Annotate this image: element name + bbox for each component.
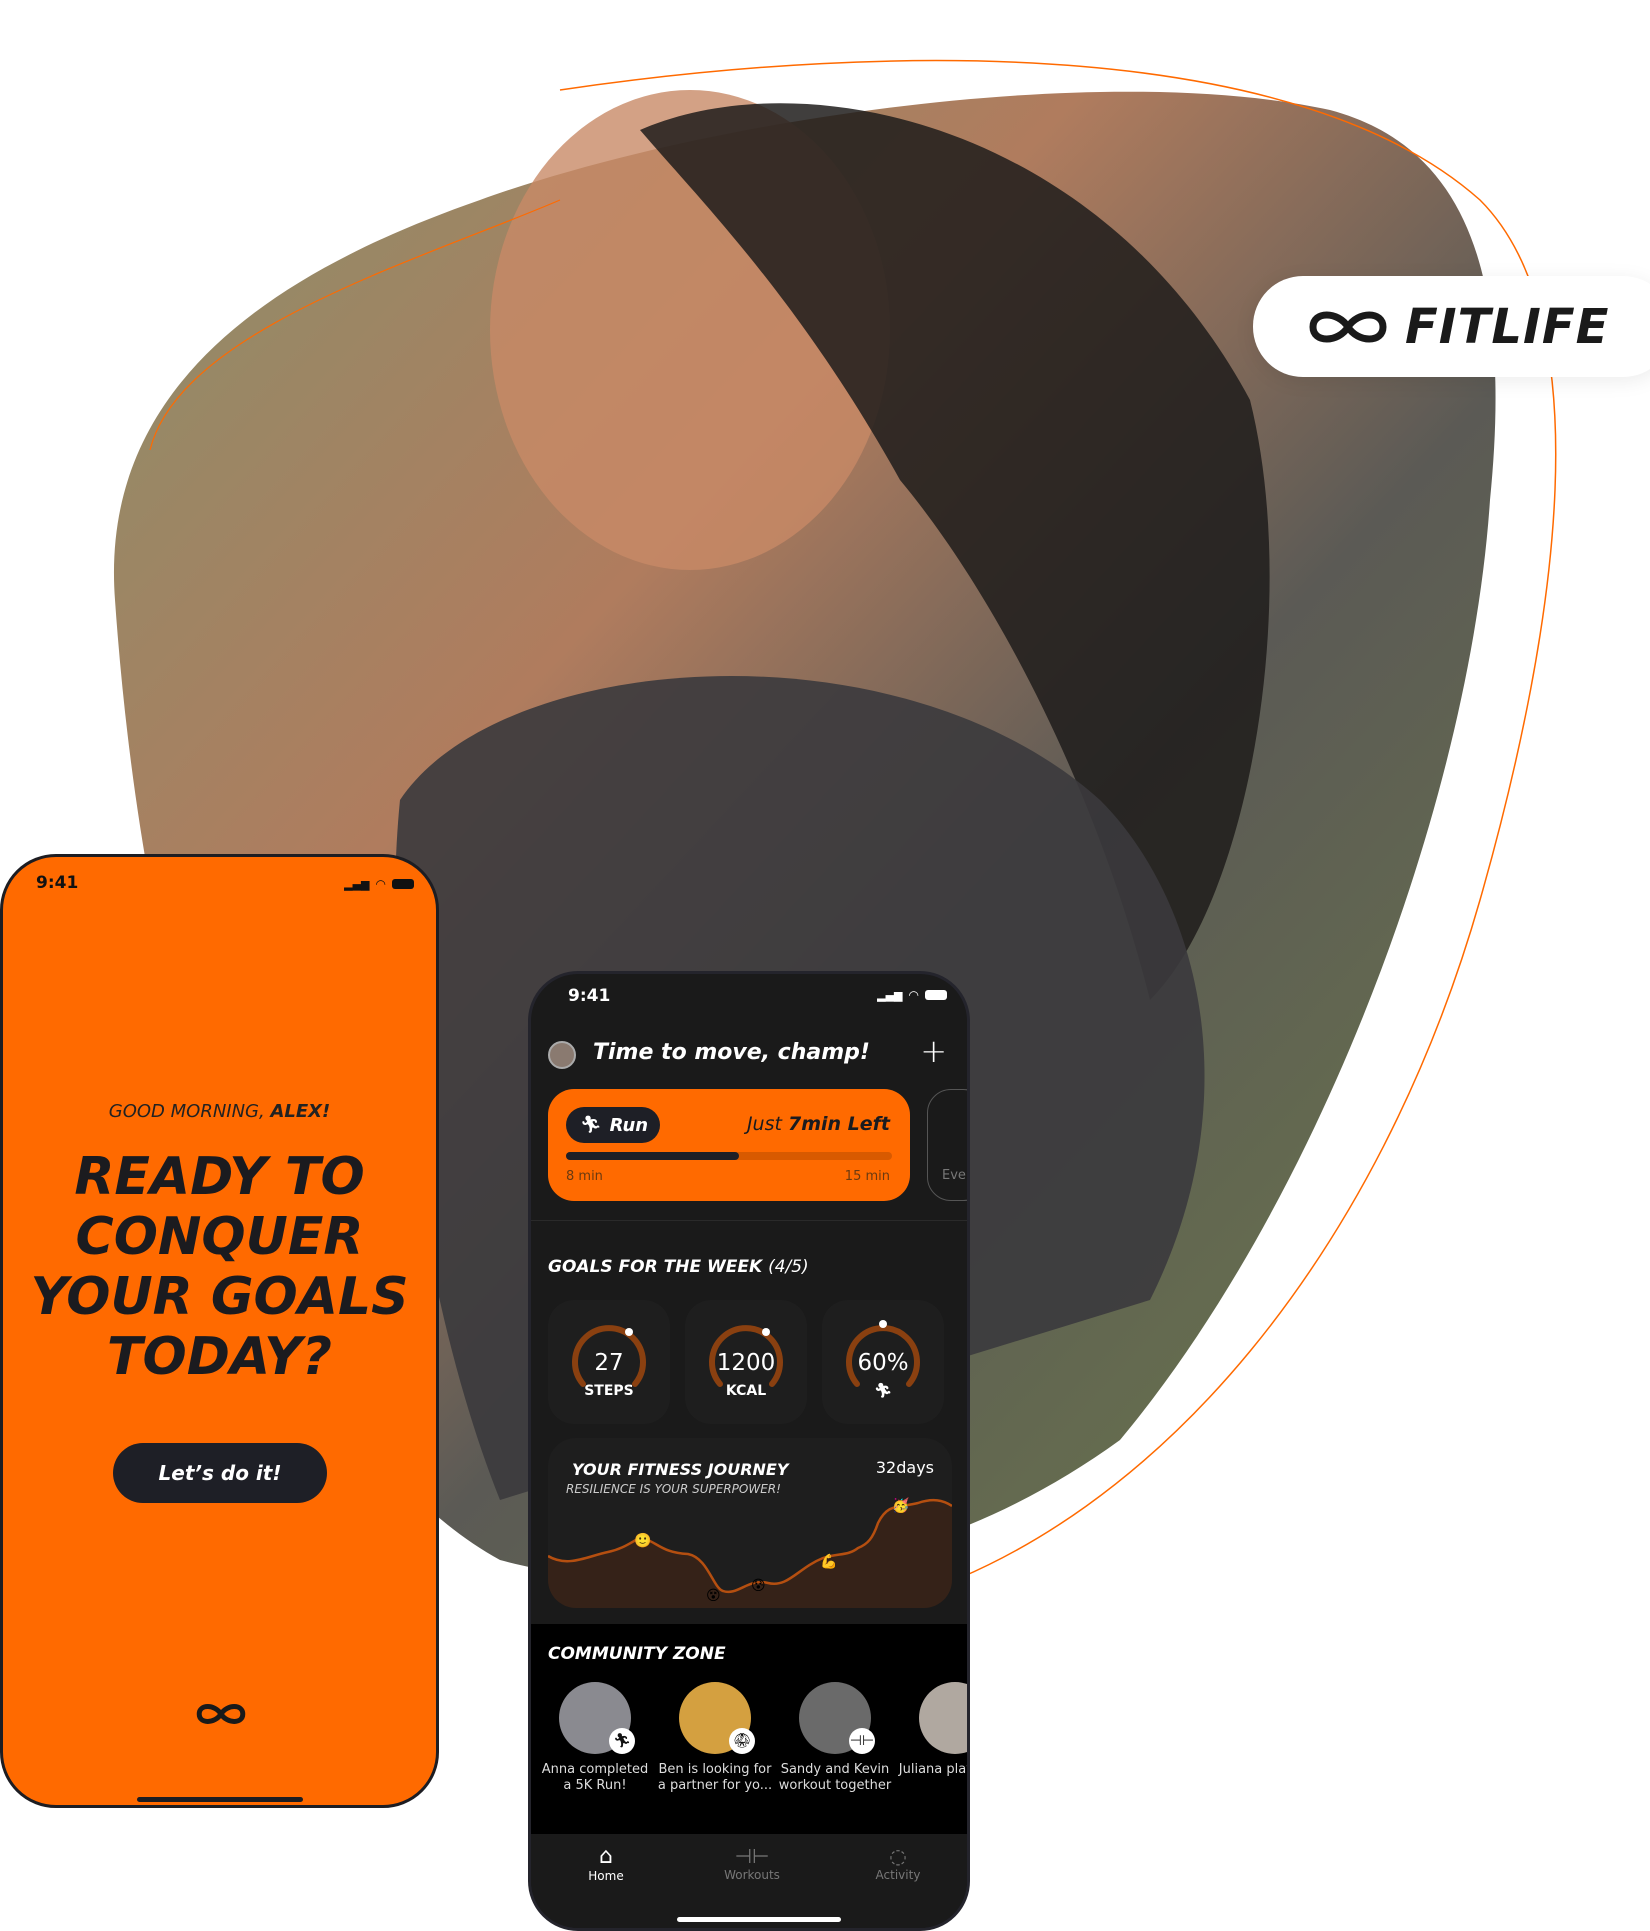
nav-workouts[interactable]: ⊣⊢ Workouts (712, 1844, 792, 1882)
goal-value: 27 (594, 1350, 624, 1376)
home-indicator (137, 1797, 303, 1802)
headline: READY TO CONQUER YOUR GOALS TODAY? (3, 1147, 436, 1387)
fitness-journey-card[interactable]: YOUR FITNESS JOURNEY RESILIENCE IS YOUR … (548, 1438, 952, 1608)
headline-line: YOUR GOALS (30, 1267, 409, 1327)
nav-home[interactable]: ⌂ Home (566, 1844, 646, 1883)
home-icon: ⌂ (599, 1844, 613, 1869)
divider (531, 1220, 967, 1221)
activity-label: Run (609, 1114, 649, 1136)
user-name: ALEX! (270, 1101, 331, 1122)
nav-activity[interactable]: ◌ Activity (858, 1844, 938, 1882)
emoji-marker: 💪 (820, 1553, 837, 1570)
community-caption: Sandy and Kevin workout together (778, 1762, 892, 1793)
welcome-phone: 9:41 ▂▄▆ ◠ GOOD MORNING, ALEX! READY TO … (0, 854, 439, 1808)
home-indicator (677, 1917, 841, 1922)
emoji-marker: 😰 (751, 1578, 766, 1594)
dumbbell-icon: ⊣⊢ (734, 1844, 770, 1868)
nav-label: Workouts (724, 1868, 780, 1882)
goal-value: 60% (857, 1350, 909, 1376)
goals-title: GOALS FOR THE WEEK (4/5) (548, 1257, 809, 1277)
journey-chart: 🙂 😵 😰 💪 🥳 (548, 1496, 952, 1608)
goal-card-kcal[interactable]: 1200 KCAL (685, 1300, 807, 1424)
community-caption: Juliana playing te (898, 1762, 967, 1777)
progress-start: 8 min (566, 1169, 603, 1184)
community-item[interactable]: ⊣⊢ Sandy and Kevin workout together (776, 1682, 894, 1812)
dumbbell-icon: ⊣⊢ (849, 1728, 875, 1754)
status-icons: ▂▄▆ ◠ (877, 988, 947, 1002)
tennis-icon: ● (969, 1728, 970, 1754)
headline-line: TODAY? (107, 1327, 332, 1387)
kick-icon: 🥋︎ (729, 1728, 755, 1754)
next-card-label: Eve (942, 1168, 966, 1183)
activity-card[interactable]: 🏃︎ Run Just 7min Left 8 min 15 min (548, 1089, 910, 1201)
goal-label: STEPS (584, 1383, 634, 1399)
emoji-marker: 😵 (706, 1588, 721, 1604)
signal-icon: ▂▄▆ (344, 877, 370, 891)
community-item[interactable]: ● Juliana playing te (896, 1682, 970, 1812)
headline-line: CONQUER (75, 1207, 364, 1267)
headline-line: READY TO (74, 1147, 365, 1207)
brand-logo-pill: FITLIFE (1253, 276, 1650, 377)
community-section: COMMUNITY ZONE 🏃︎ Anna completed a 5K Ru… (531, 1624, 967, 1834)
journey-area (548, 1500, 952, 1608)
progress-end: 15 min (844, 1169, 890, 1184)
add-icon[interactable]: + (920, 1032, 947, 1070)
status-time: 9:41 (568, 986, 611, 1006)
avatar (919, 1682, 967, 1754)
activity-progress (566, 1152, 892, 1160)
brand-name: FITLIFE (1405, 298, 1610, 355)
wifi-icon: ◠ (908, 988, 919, 1002)
activity-pill: 🏃︎ Run (566, 1107, 660, 1143)
activity-ring-icon: ◌ (889, 1844, 907, 1868)
community-title: COMMUNITY ZONE (548, 1644, 726, 1664)
community-item[interactable]: 🏃︎ Anna completed a 5K Run! (536, 1682, 654, 1812)
home-phone: 9:41 ▂▄▆ ◠ Time to move, champ! + 🏃︎ Run … (528, 971, 970, 1931)
nav-label: Home (588, 1869, 624, 1883)
battery-icon (925, 990, 947, 1000)
goal-value: 1200 (716, 1350, 776, 1376)
status-icons: ▂▄▆ ◠ (344, 877, 414, 891)
greeting: GOOD MORNING, ALEX! (3, 1101, 436, 1122)
community-caption: Anna completed a 5K Run! (541, 1762, 649, 1793)
remaining-time: 7min Left (787, 1113, 890, 1135)
run-icon: 🏃︎ (580, 1115, 602, 1135)
infinity-logo-icon (196, 1704, 246, 1724)
page-title: Time to move, champ! (593, 1040, 870, 1065)
infinity-logo-icon (1309, 311, 1387, 342)
greeting-text: GOOD MORNING, (108, 1101, 271, 1122)
lets-do-it-button[interactable]: Let’s do it! (113, 1443, 327, 1503)
next-activity-card[interactable]: Eve (927, 1089, 967, 1201)
emoji-marker: 🥳 (892, 1496, 909, 1514)
remaining-prefix: Just (746, 1113, 788, 1135)
community-item[interactable]: 🥋︎ Ben is looking for a partner for yo..… (656, 1682, 774, 1812)
goals-title-text: GOALS FOR THE WEEK (548, 1257, 763, 1277)
nav-label: Activity (875, 1868, 921, 1882)
goal-label: KCAL (725, 1383, 767, 1399)
wifi-icon: ◠ (375, 877, 386, 891)
emoji-marker: 🙂 (634, 1532, 651, 1549)
avatar[interactable] (548, 1041, 576, 1069)
goal-card-steps[interactable]: 27 STEPS (548, 1300, 670, 1424)
signal-icon: ▂▄▆ (877, 988, 903, 1002)
run-icon: 🏃︎ (609, 1728, 635, 1754)
run-icon: 🏃︎ (874, 1383, 892, 1399)
status-time: 9:41 (36, 873, 79, 893)
battery-icon (392, 879, 414, 889)
goals-count: (4/5) (768, 1257, 809, 1277)
bottom-nav: ⌂ Home ⊣⊢ Workouts ◌ Activity (531, 1834, 967, 1928)
goal-card-run[interactable]: 60% 🏃︎ (822, 1300, 944, 1424)
community-caption: Ben is looking for a partner for yo... (657, 1762, 773, 1793)
